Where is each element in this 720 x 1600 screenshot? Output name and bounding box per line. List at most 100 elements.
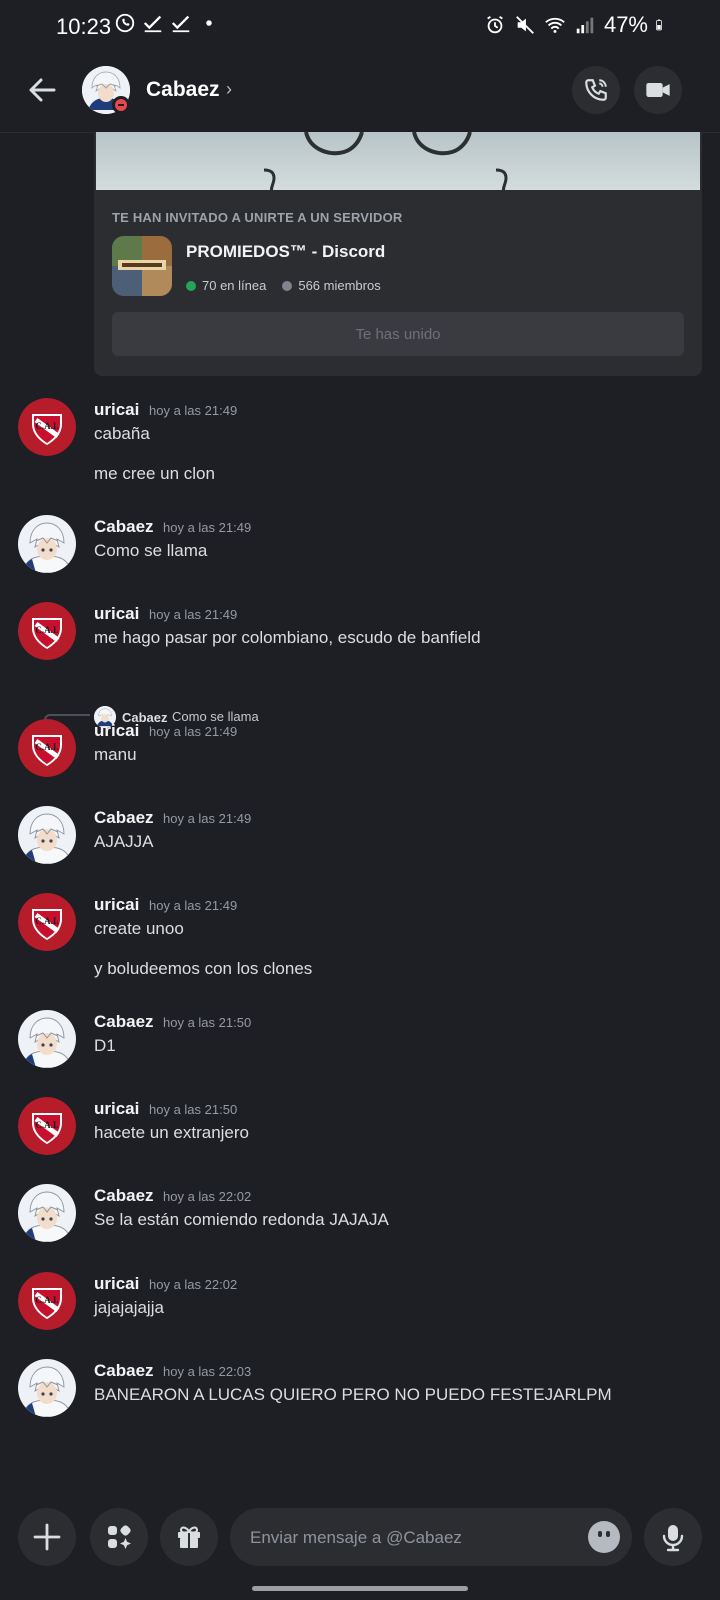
message-input[interactable] xyxy=(248,1508,562,1568)
message-text: Como se llama xyxy=(94,541,208,560)
anime-avatar-icon xyxy=(18,515,76,573)
anime-avatar-icon xyxy=(18,1010,76,1068)
avatar[interactable] xyxy=(18,1359,76,1417)
emoji-icon[interactable] xyxy=(588,1521,620,1553)
avatar[interactable]: C.A.I. xyxy=(18,1097,76,1155)
message-timestamp: hoy a las 21:49 xyxy=(149,898,238,913)
message-timestamp: hoy a las 22:02 xyxy=(163,1189,252,1204)
gift-icon xyxy=(178,1526,200,1548)
avatar[interactable]: C.A.I. xyxy=(18,719,76,777)
anime-avatar-icon xyxy=(18,1359,76,1417)
message-timestamp: hoy a las 21:49 xyxy=(149,724,238,739)
avatar[interactable] xyxy=(18,515,76,573)
message-input-container[interactable] xyxy=(230,1508,632,1568)
add-attachment-button[interactable] xyxy=(18,1508,76,1566)
composer-bar xyxy=(0,1494,720,1600)
message-timestamp: hoy a las 22:02 xyxy=(149,1277,238,1292)
call-icon xyxy=(585,79,607,101)
gift-button[interactable] xyxy=(160,1508,218,1566)
voice-message-button[interactable] xyxy=(644,1508,702,1566)
avatar[interactable] xyxy=(18,1010,76,1068)
svg-text:C.A.I.: C.A.I. xyxy=(35,916,58,926)
avatar[interactable]: C.A.I. xyxy=(18,602,76,660)
club-crest-avatar-icon: C.A.I. xyxy=(18,719,76,777)
status-time: 10:23 xyxy=(56,14,112,39)
video-icon xyxy=(646,83,670,97)
message-author[interactable]: Cabaez xyxy=(94,808,154,828)
message-text: Se la están comiendo redonda JAJAJA xyxy=(94,1210,389,1229)
apps-button[interactable] xyxy=(90,1508,148,1566)
joined-button[interactable]: Te has unido xyxy=(112,312,684,356)
message-author[interactable]: Cabaez xyxy=(94,1361,154,1381)
video-call-button[interactable] xyxy=(634,66,682,114)
invite-label: TE HAN INVITADO A UNIRTE A UN SERVIDOR xyxy=(112,210,403,225)
message-author[interactable]: Cabaez xyxy=(94,1012,154,1032)
message-timestamp: hoy a las 21:50 xyxy=(149,1102,238,1117)
mute-icon xyxy=(516,16,534,34)
message-author[interactable]: Cabaez xyxy=(94,517,154,537)
avatar[interactable] xyxy=(18,806,76,864)
message-text: create unoo xyxy=(94,919,184,938)
message-text: y boludeemos con los clones xyxy=(94,959,313,978)
server-collage-icon xyxy=(112,236,172,296)
message-text: D1 xyxy=(94,1036,116,1055)
message-text: me hago pasar por colombiano, escudo de … xyxy=(94,628,481,647)
status-bar: 10:23 47% xyxy=(0,0,720,52)
svg-text:C.A.I.: C.A.I. xyxy=(35,1120,58,1130)
banner-doodle-icon xyxy=(263,132,508,193)
server-invite-card: TE HAN INVITADO A UNIRTE A UN SERVIDOR P… xyxy=(94,132,702,376)
club-crest-avatar-icon: C.A.I. xyxy=(18,1097,76,1155)
message-text: manu xyxy=(94,745,137,764)
message-timestamp: hoy a las 21:49 xyxy=(149,607,238,622)
apps-icon xyxy=(108,1525,131,1549)
plus-icon xyxy=(33,1523,61,1551)
notification-dot-icon xyxy=(206,20,212,26)
message-timestamp: hoy a las 22:03 xyxy=(163,1364,252,1379)
online-count: 70 en línea xyxy=(202,278,267,293)
dnd-status-icon xyxy=(112,96,130,114)
message-author[interactable]: uricai xyxy=(94,400,139,420)
server-name: PROMIEDOS™ - Discord xyxy=(186,242,386,261)
header-username[interactable]: Cabaez xyxy=(146,78,220,102)
svg-text:C.A.I.: C.A.I. xyxy=(35,742,58,752)
battery-percent: 47% xyxy=(603,12,648,37)
whatsapp-icon xyxy=(115,13,135,33)
voice-call-button[interactable] xyxy=(572,66,620,114)
back-arrow-icon[interactable] xyxy=(24,72,60,108)
server-stats: 70 en línea 566 miembros xyxy=(186,278,381,293)
message-author[interactable]: uricai xyxy=(94,895,139,915)
avatar[interactable]: C.A.I. xyxy=(18,1272,76,1330)
members-dot-icon xyxy=(282,280,293,291)
avatar[interactable]: C.A.I. xyxy=(18,398,76,456)
message-timestamp: hoy a las 21:49 xyxy=(163,520,252,535)
home-indicator[interactable] xyxy=(252,1586,468,1591)
svg-text:C.A.I.: C.A.I. xyxy=(35,625,58,635)
mic-icon xyxy=(662,1525,684,1552)
message-text: me cree un clon xyxy=(94,464,215,483)
member-count: 566 miembros xyxy=(298,278,381,293)
check-icon xyxy=(171,15,190,33)
avatar[interactable] xyxy=(18,1184,76,1242)
svg-text:C.A.I.: C.A.I. xyxy=(35,421,58,431)
message-author[interactable]: uricai xyxy=(94,1274,139,1294)
anime-avatar-icon xyxy=(18,1184,76,1242)
invite-banner xyxy=(96,132,700,193)
message-text: AJAJJA xyxy=(94,832,154,851)
message-text: BANEARON A LUCAS QUIERO PERO NO PUEDO FE… xyxy=(94,1385,612,1404)
club-crest-avatar-icon: C.A.I. xyxy=(18,1272,76,1330)
message-author[interactable]: uricai xyxy=(94,721,139,741)
message-text: hacete un extranjero xyxy=(94,1123,249,1142)
chevron-right-icon[interactable]: › xyxy=(226,79,232,100)
message-text: cabaña xyxy=(94,424,150,443)
message-text: jajajajajja xyxy=(94,1298,164,1317)
message-author[interactable]: uricai xyxy=(94,1099,139,1119)
svg-text:C.A.I.: C.A.I. xyxy=(35,1295,58,1305)
message-timestamp: hoy a las 21:50 xyxy=(163,1015,252,1030)
club-crest-avatar-icon: C.A.I. xyxy=(18,398,76,456)
message-author[interactable]: uricai xyxy=(94,604,139,624)
chat-header: Cabaez › xyxy=(0,52,720,133)
club-crest-avatar-icon: C.A.I. xyxy=(18,602,76,660)
online-dot-icon xyxy=(186,280,196,291)
message-author[interactable]: Cabaez xyxy=(94,1186,154,1206)
avatar[interactable]: C.A.I. xyxy=(18,893,76,951)
